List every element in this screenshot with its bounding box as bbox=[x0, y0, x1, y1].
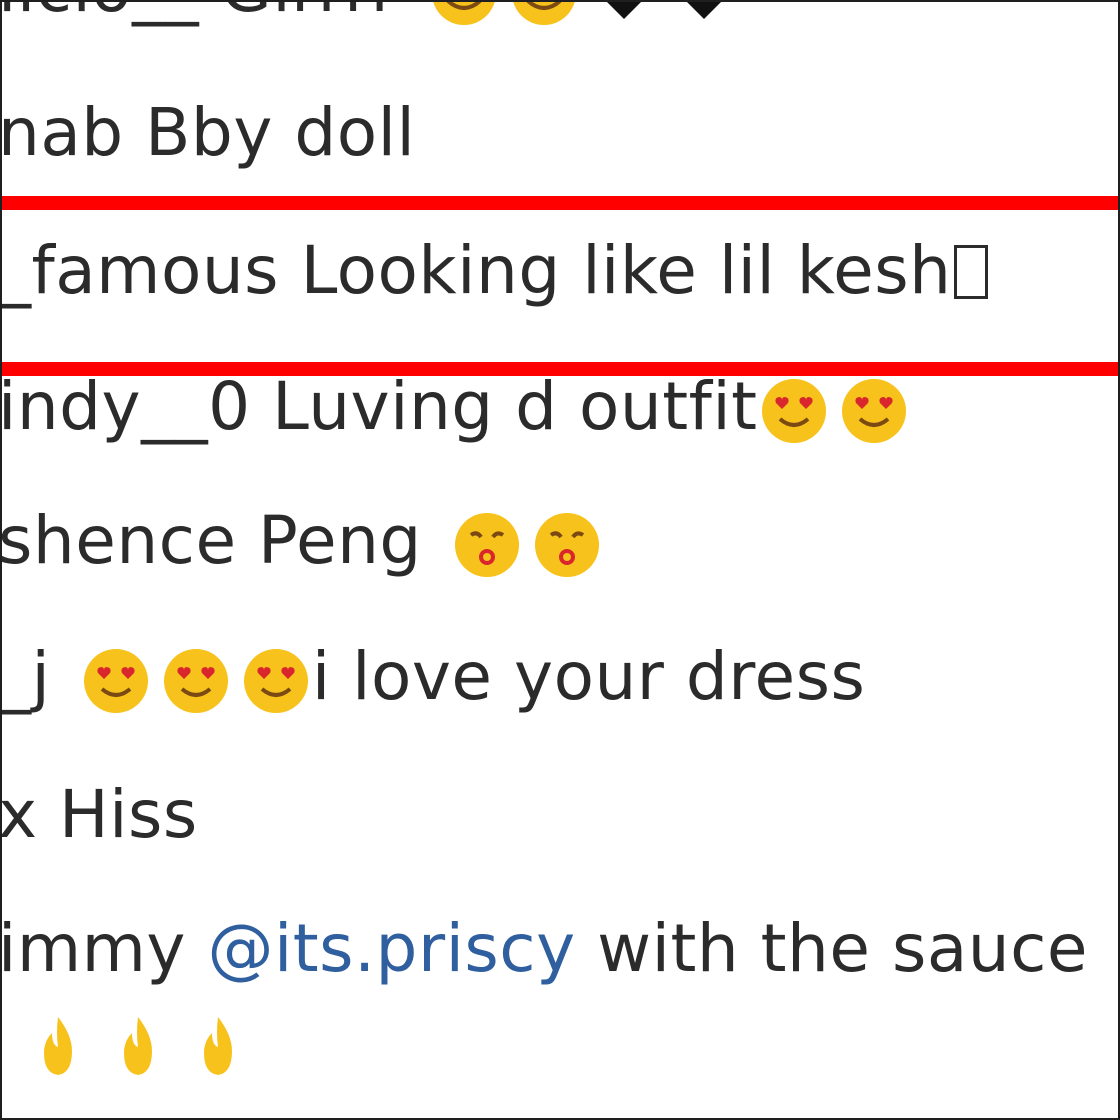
heart-eyes-face-icon bbox=[508, 0, 580, 29]
comment-row: iicio__ Girrrr bbox=[0, 0, 740, 29]
missing-glyph-icon bbox=[953, 245, 988, 299]
heart-eyes-face-icon bbox=[838, 375, 910, 447]
comment-username[interactable]: indy__0 bbox=[0, 368, 251, 445]
comment-text: with the sauce bbox=[597, 910, 1088, 987]
fire-icon bbox=[102, 1011, 174, 1083]
comment-row: shence Peng bbox=[0, 508, 603, 581]
comment-username[interactable]: x bbox=[0, 776, 38, 853]
comment-mention-link[interactable]: @its.priscy bbox=[207, 910, 575, 987]
comment-text: Looking like lil kesh bbox=[300, 232, 952, 309]
heart-eyes-face-icon bbox=[758, 375, 830, 447]
highlight-line-top bbox=[0, 196, 1118, 210]
comment-text: Peng bbox=[258, 502, 422, 579]
comment-row: immy @its.priscy with the sauce bbox=[0, 916, 1088, 982]
comment-username[interactable]: nab bbox=[0, 94, 124, 171]
fire-icon bbox=[182, 1011, 254, 1083]
comment-row-continuation bbox=[22, 1010, 254, 1083]
comment-username[interactable]: iicio__ bbox=[0, 0, 199, 27]
comment-text: Bby doll bbox=[145, 94, 416, 171]
comment-username[interactable]: shence bbox=[0, 502, 237, 579]
comment-text: Girrrr bbox=[221, 0, 399, 27]
comment-row: _j i love your dress bbox=[0, 644, 865, 717]
comment-username[interactable]: _famous bbox=[0, 232, 279, 309]
comment-row: indy__0 Luving d outfit bbox=[0, 374, 910, 447]
heart-eyes-face-icon bbox=[160, 645, 232, 717]
comment-text: Luving d outfit bbox=[272, 368, 758, 445]
comment-text: Hiss bbox=[59, 776, 198, 853]
kissing-face-icon bbox=[531, 509, 603, 581]
heart-eyes-face-icon bbox=[428, 0, 500, 29]
comment-row-highlighted: _famous Looking like lil kesh bbox=[0, 238, 988, 304]
heart-eyes-face-icon bbox=[240, 645, 312, 717]
black-heart-icon bbox=[668, 0, 740, 29]
comment-text: i love your dress bbox=[311, 638, 866, 715]
fire-icon bbox=[22, 1011, 94, 1083]
comment-row: nab Bby doll bbox=[0, 100, 415, 166]
kissing-face-icon bbox=[451, 509, 523, 581]
comment-username[interactable]: _j bbox=[0, 638, 50, 715]
comment-username[interactable]: immy bbox=[0, 910, 186, 987]
comment-row: x Hiss bbox=[0, 782, 198, 848]
heart-eyes-face-icon bbox=[80, 645, 152, 717]
black-heart-icon bbox=[588, 0, 660, 29]
